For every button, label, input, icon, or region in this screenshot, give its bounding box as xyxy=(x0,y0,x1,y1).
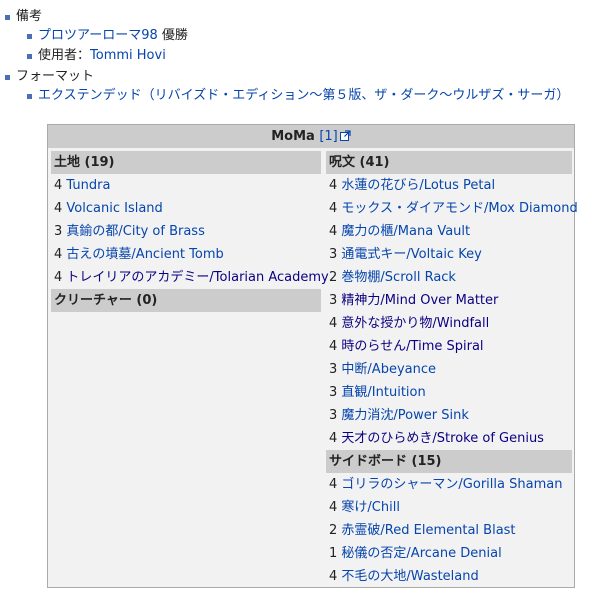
spell-row: 4 意外な授かり物/Windfall xyxy=(326,312,572,335)
external-link-icon[interactable] xyxy=(339,126,351,149)
card-qty: 4 xyxy=(329,500,338,515)
card-qty: 4 xyxy=(329,569,338,584)
card-qty: 2 xyxy=(329,523,338,538)
spell-row: 2 巻物棚/Scroll Rack xyxy=(326,266,572,289)
card-qty: 4 xyxy=(329,178,338,193)
card-link[interactable]: 巻物棚/Scroll Rack xyxy=(341,270,456,285)
card-link[interactable]: 魔力の櫃/Mana Vault xyxy=(341,224,470,239)
left-column: 土地 (19) 4 Tundra 4 Volcanic Island 3 真鍮の… xyxy=(51,151,329,312)
card-qty: 4 xyxy=(329,339,338,354)
land-row: 4 Tundra xyxy=(51,174,321,197)
card-qty: 4 xyxy=(54,201,63,216)
card-qty: 3 xyxy=(329,408,338,423)
spell-row: 3 魔力消沈/Power Sink xyxy=(326,404,572,427)
card-link[interactable]: トレイリアのアカデミー/Tolarian Academy xyxy=(66,270,328,285)
spells-header: 呪文 (41) xyxy=(326,151,572,174)
card-link[interactable]: 魔力消沈/Power Sink xyxy=(341,408,468,423)
card-link[interactable]: ゴリラのシャーマン/Gorilla Shaman xyxy=(341,477,562,492)
spell-row: 4 天才のひらめき/Stroke of Genius xyxy=(326,427,572,450)
card-qty: 3 xyxy=(329,362,338,377)
sideboard-header: サイドボード (15) xyxy=(326,450,572,473)
card-qty: 1 xyxy=(329,546,338,561)
spell-row: 4 水蓮の花びら/Lotus Petal xyxy=(326,174,572,197)
card-qty: 3 xyxy=(54,224,63,239)
card-link[interactable]: 寒け/Chill xyxy=(341,500,400,515)
card-link[interactable]: 秘儀の否定/Arcane Denial xyxy=(341,546,501,561)
format-label: フォーマット xyxy=(16,69,95,84)
info-list: 備考 プロツアーローマ98 優勝 使用者：Tommi Hovi フォーマット エ… xyxy=(4,7,569,107)
notes-label: 備考 xyxy=(16,9,43,24)
notes-tournament: プロツアーローマ98 優勝 xyxy=(27,26,569,46)
spell-row: 3 通電式キー/Voltaic Key xyxy=(326,243,572,266)
card-link[interactable]: 直観/Intuition xyxy=(341,385,425,400)
decklist-title: MoMa [1] xyxy=(48,125,574,148)
right-column: 呪文 (41) 4 水蓮の花びら/Lotus Petal 4 モックス・ダイアモ… xyxy=(326,151,578,588)
card-qty: 4 xyxy=(329,224,338,239)
card-qty: 2 xyxy=(329,270,338,285)
creatures-header: クリーチャー (0) xyxy=(51,289,321,312)
card-qty: 3 xyxy=(329,293,338,308)
card-qty: 3 xyxy=(329,385,338,400)
card-qty: 4 xyxy=(54,178,63,193)
format-item: フォーマット エクステンデッド（リバイズド・エディション～第５版、ザ・ダーク～ウ… xyxy=(4,67,569,106)
spell-row: 4 モックス・ダイアモンド/Mox Diamond xyxy=(326,197,578,220)
card-qty: 4 xyxy=(329,316,338,331)
tournament-result: 優勝 xyxy=(157,28,188,43)
format-sublist: エクステンデッド（リバイズド・エディション～第５版、ザ・ダーク～ウルザズ・サーガ… xyxy=(16,86,569,106)
card-link[interactable]: 水蓮の花びら/Lotus Petal xyxy=(341,178,495,193)
decklist-box: MoMa [1] 土地 (19) 4 Tundra 4 Volcanic Isl… xyxy=(47,124,578,588)
card-link[interactable]: 天才のひらめき/Stroke of Genius xyxy=(341,431,544,446)
card-link[interactable]: 通電式キー/Voltaic Key xyxy=(341,247,481,262)
card-link[interactable]: 不毛の大地/Wasteland xyxy=(341,569,478,584)
card-qty: 4 xyxy=(329,201,338,216)
spell-row: 4 魔力の櫃/Mana Vault xyxy=(326,220,572,243)
notes-sublist: プロツアーローマ98 優勝 使用者：Tommi Hovi xyxy=(16,26,569,66)
player-link[interactable]: Tommi Hovi xyxy=(90,48,166,63)
land-row: 4 Volcanic Island xyxy=(51,197,321,220)
reference-link[interactable]: [1] xyxy=(319,129,337,144)
card-link[interactable]: 精神力/Mind Over Matter xyxy=(341,293,498,308)
card-link[interactable]: 中断/Abeyance xyxy=(341,362,436,377)
spell-row: 4 時のらせん/Time Spiral xyxy=(326,335,572,358)
sideboard-row: 4 ゴリラのシャーマン/Gorilla Shaman xyxy=(326,473,572,496)
card-link[interactable]: 古えの墳墓/Ancient Tomb xyxy=(66,247,223,262)
player-prefix: 使用者： xyxy=(38,48,91,63)
tournament-link[interactable]: プロツアーローマ98 xyxy=(38,28,158,43)
card-qty: 4 xyxy=(329,431,338,446)
sideboard-row: 2 赤霊破/Red Elemental Blast xyxy=(326,519,572,542)
format-extended: エクステンデッド（リバイズド・エディション～第５版、ザ・ダーク～ウルザズ・サーガ… xyxy=(27,86,569,106)
spell-row: 3 直観/Intuition xyxy=(326,381,572,404)
card-link[interactable]: 意外な授かり物/Windfall xyxy=(341,316,489,331)
spell-row: 3 中断/Abeyance xyxy=(326,358,572,381)
format-range-text: （リバイズド・エディション～第５版、ザ・ダーク～ウルザズ・サーガ） xyxy=(141,88,570,103)
card-link[interactable]: Tundra xyxy=(66,178,110,193)
card-link[interactable]: モックス・ダイアモンド/Mox Diamond xyxy=(341,201,577,216)
deck-name: MoMa xyxy=(271,129,315,144)
notes-player: 使用者：Tommi Hovi xyxy=(27,46,569,66)
notes-item: 備考 プロツアーローマ98 優勝 使用者：Tommi Hovi xyxy=(4,7,569,66)
sideboard-row: 1 秘儀の否定/Arcane Denial xyxy=(326,542,572,565)
sideboard-row: 4 寒け/Chill xyxy=(326,496,572,519)
card-link[interactable]: 真鍮の都/City of Brass xyxy=(66,224,204,239)
card-qty: 4 xyxy=(54,270,63,285)
card-qty: 3 xyxy=(329,247,338,262)
land-row: 4 古えの墳墓/Ancient Tomb xyxy=(51,243,321,266)
card-qty: 4 xyxy=(329,477,338,492)
spell-row: 3 精神力/Mind Over Matter xyxy=(326,289,572,312)
land-row: 3 真鍮の都/City of Brass xyxy=(51,220,321,243)
format-extended-link[interactable]: エクステンデッド xyxy=(38,88,142,103)
card-link[interactable]: 赤霊破/Red Elemental Blast xyxy=(341,523,515,538)
lands-header: 土地 (19) xyxy=(51,151,321,174)
sideboard-row: 4 不毛の大地/Wasteland xyxy=(326,565,572,588)
card-qty: 4 xyxy=(54,247,63,262)
card-link[interactable]: 時のらせん/Time Spiral xyxy=(341,339,483,354)
card-link[interactable]: Volcanic Island xyxy=(66,201,162,216)
land-row: 4 トレイリアのアカデミー/Tolarian Academy xyxy=(51,266,329,289)
